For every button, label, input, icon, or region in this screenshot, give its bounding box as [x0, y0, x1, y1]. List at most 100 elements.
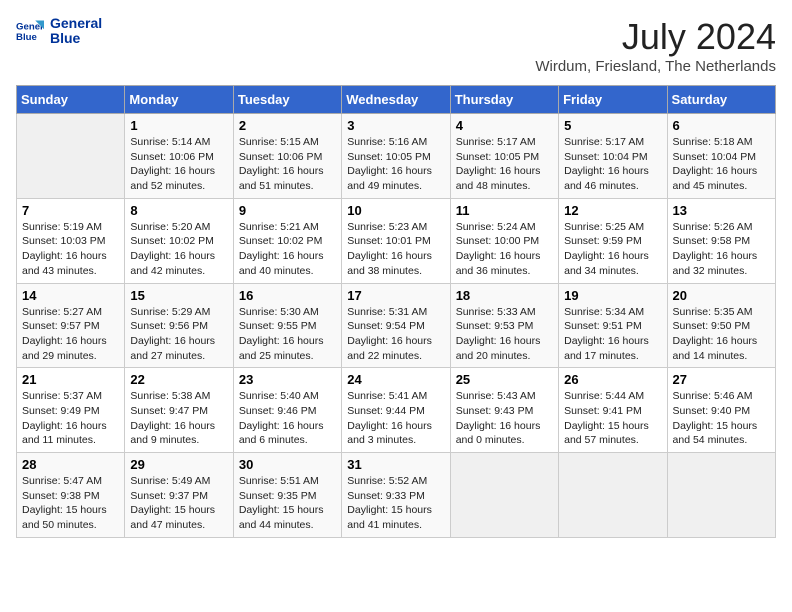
calendar-table: SundayMondayTuesdayWednesdayThursdayFrid…	[16, 85, 776, 538]
weekday-header-wednesday: Wednesday	[342, 86, 450, 114]
day-info: Sunrise: 5:33 AM Sunset: 9:53 PM Dayligh…	[456, 305, 553, 364]
day-info: Sunrise: 5:52 AM Sunset: 9:33 PM Dayligh…	[347, 474, 444, 533]
day-info: Sunrise: 5:26 AM Sunset: 9:58 PM Dayligh…	[673, 220, 770, 279]
calendar-cell: 22Sunrise: 5:38 AM Sunset: 9:47 PM Dayli…	[125, 368, 233, 453]
day-number: 12	[564, 203, 661, 218]
title-block: July 2024 Wirdum, Friesland, The Netherl…	[535, 16, 776, 75]
calendar-cell: 3 Sunrise: 5:16 AM Sunset: 10:05 PM Dayli…	[342, 114, 450, 199]
day-info: Sunrise: 5:17 AM Sunset: 10:04 PM Daylig…	[564, 135, 661, 194]
calendar-cell: 20Sunrise: 5:35 AM Sunset: 9:50 PM Dayli…	[667, 283, 775, 368]
calendar-cell	[450, 453, 558, 538]
day-number: 18	[456, 288, 553, 303]
day-number: 6	[673, 118, 770, 133]
day-info: Sunrise: 5:23 AM Sunset: 10:01 PM Daylig…	[347, 220, 444, 279]
day-info: Sunrise: 5:47 AM Sunset: 9:38 PM Dayligh…	[22, 474, 119, 533]
calendar-cell: 7 Sunrise: 5:19 AM Sunset: 10:03 PM Dayli…	[17, 198, 125, 283]
calendar-cell: 8 Sunrise: 5:20 AM Sunset: 10:02 PM Dayli…	[125, 198, 233, 283]
day-number: 19	[564, 288, 661, 303]
calendar-week-1: 1 Sunrise: 5:14 AM Sunset: 10:06 PM Dayli…	[17, 114, 776, 199]
calendar-week-2: 7 Sunrise: 5:19 AM Sunset: 10:03 PM Dayli…	[17, 198, 776, 283]
day-number: 15	[130, 288, 227, 303]
logo-text-blue: Blue	[50, 31, 102, 46]
day-info: Sunrise: 5:30 AM Sunset: 9:55 PM Dayligh…	[239, 305, 336, 364]
day-number: 7	[22, 203, 119, 218]
day-info: Sunrise: 5:19 AM Sunset: 10:03 PM Daylig…	[22, 220, 119, 279]
day-info: Sunrise: 5:40 AM Sunset: 9:46 PM Dayligh…	[239, 389, 336, 448]
day-number: 27	[673, 372, 770, 387]
day-number: 26	[564, 372, 661, 387]
day-number: 14	[22, 288, 119, 303]
day-number: 28	[22, 457, 119, 472]
day-number: 31	[347, 457, 444, 472]
calendar-cell: 29Sunrise: 5:49 AM Sunset: 9:37 PM Dayli…	[125, 453, 233, 538]
calendar-cell: 31 Sunrise: 5:52 AM Sunset: 9:33 PM Dayli…	[342, 453, 450, 538]
day-number: 29	[130, 457, 227, 472]
logo-text-general: General	[50, 16, 102, 31]
day-number: 24	[347, 372, 444, 387]
calendar-cell: 30 Sunrise: 5:51 AM Sunset: 9:35 PM Dayli…	[233, 453, 341, 538]
day-info: Sunrise: 5:21 AM Sunset: 10:02 PM Daylig…	[239, 220, 336, 279]
day-info: Sunrise: 5:34 AM Sunset: 9:51 PM Dayligh…	[564, 305, 661, 364]
day-info: Sunrise: 5:15 AM Sunset: 10:06 PM Daylig…	[239, 135, 336, 194]
calendar-cell: 16 Sunrise: 5:30 AM Sunset: 9:55 PM Dayli…	[233, 283, 341, 368]
day-number: 3	[347, 118, 444, 133]
day-number: 1	[130, 118, 227, 133]
day-number: 25	[456, 372, 553, 387]
day-info: Sunrise: 5:37 AM Sunset: 9:49 PM Dayligh…	[22, 389, 119, 448]
weekday-header-friday: Friday	[559, 86, 667, 114]
day-info: Sunrise: 5:14 AM Sunset: 10:06 PM Daylig…	[130, 135, 227, 194]
calendar-cell: 11Sunrise: 5:24 AM Sunset: 10:00 PM Dayl…	[450, 198, 558, 283]
day-number: 30	[239, 457, 336, 472]
calendar-cell: 13 Sunrise: 5:26 AM Sunset: 9:58 PM Dayli…	[667, 198, 775, 283]
day-info: Sunrise: 5:29 AM Sunset: 9:56 PM Dayligh…	[130, 305, 227, 364]
calendar-cell	[667, 453, 775, 538]
weekday-header-tuesday: Tuesday	[233, 86, 341, 114]
calendar-cell: 21 Sunrise: 5:37 AM Sunset: 9:49 PM Dayli…	[17, 368, 125, 453]
calendar-cell: 28 Sunrise: 5:47 AM Sunset: 9:38 PM Dayli…	[17, 453, 125, 538]
day-info: Sunrise: 5:20 AM Sunset: 10:02 PM Daylig…	[130, 220, 227, 279]
month-year-title: July 2024	[535, 16, 776, 58]
day-number: 16	[239, 288, 336, 303]
calendar-cell	[17, 114, 125, 199]
day-info: Sunrise: 5:51 AM Sunset: 9:35 PM Dayligh…	[239, 474, 336, 533]
day-info: Sunrise: 5:46 AM Sunset: 9:40 PM Dayligh…	[673, 389, 770, 448]
day-info: Sunrise: 5:27 AM Sunset: 9:57 PM Dayligh…	[22, 305, 119, 364]
calendar-cell: 25 Sunrise: 5:43 AM Sunset: 9:43 PM Dayli…	[450, 368, 558, 453]
calendar-cell: 18 Sunrise: 5:33 AM Sunset: 9:53 PM Dayli…	[450, 283, 558, 368]
calendar-week-4: 21 Sunrise: 5:37 AM Sunset: 9:49 PM Dayli…	[17, 368, 776, 453]
day-number: 13	[673, 203, 770, 218]
day-info: Sunrise: 5:25 AM Sunset: 9:59 PM Dayligh…	[564, 220, 661, 279]
day-number: 9	[239, 203, 336, 218]
calendar-cell: 17Sunrise: 5:31 AM Sunset: 9:54 PM Dayli…	[342, 283, 450, 368]
calendar-cell: 19 Sunrise: 5:34 AM Sunset: 9:51 PM Dayli…	[559, 283, 667, 368]
calendar-cell: 26 Sunrise: 5:44 AM Sunset: 9:41 PM Dayli…	[559, 368, 667, 453]
day-number: 22	[130, 372, 227, 387]
day-number: 2	[239, 118, 336, 133]
calendar-cell: 9 Sunrise: 5:21 AM Sunset: 10:02 PM Dayli…	[233, 198, 341, 283]
calendar-cell	[559, 453, 667, 538]
day-info: Sunrise: 5:16 AM Sunset: 10:05 PM Daylig…	[347, 135, 444, 194]
calendar-cell: 4Sunrise: 5:17 AM Sunset: 10:05 PM Dayli…	[450, 114, 558, 199]
day-number: 4	[456, 118, 553, 133]
calendar-cell: 24Sunrise: 5:41 AM Sunset: 9:44 PM Dayli…	[342, 368, 450, 453]
calendar-cell: 27 Sunrise: 5:46 AM Sunset: 9:40 PM Dayli…	[667, 368, 775, 453]
calendar-cell: 12 Sunrise: 5:25 AM Sunset: 9:59 PM Dayli…	[559, 198, 667, 283]
calendar-cell: 14 Sunrise: 5:27 AM Sunset: 9:57 PM Dayli…	[17, 283, 125, 368]
day-number: 10	[347, 203, 444, 218]
day-number: 17	[347, 288, 444, 303]
calendar-week-5: 28 Sunrise: 5:47 AM Sunset: 9:38 PM Dayli…	[17, 453, 776, 538]
day-info: Sunrise: 5:35 AM Sunset: 9:50 PM Dayligh…	[673, 305, 770, 364]
day-number: 21	[22, 372, 119, 387]
calendar-cell: 1 Sunrise: 5:14 AM Sunset: 10:06 PM Dayli…	[125, 114, 233, 199]
logo-icon: General Blue	[16, 17, 44, 45]
day-number: 8	[130, 203, 227, 218]
day-info: Sunrise: 5:43 AM Sunset: 9:43 PM Dayligh…	[456, 389, 553, 448]
calendar-cell: 23Sunrise: 5:40 AM Sunset: 9:46 PM Dayli…	[233, 368, 341, 453]
day-info: Sunrise: 5:44 AM Sunset: 9:41 PM Dayligh…	[564, 389, 661, 448]
logo: General Blue General Blue	[16, 16, 102, 47]
day-info: Sunrise: 5:18 AM Sunset: 10:04 PM Daylig…	[673, 135, 770, 194]
calendar-cell: 10 Sunrise: 5:23 AM Sunset: 10:01 PM Dayl…	[342, 198, 450, 283]
calendar-cell: 6 Sunrise: 5:18 AM Sunset: 10:04 PM Dayli…	[667, 114, 775, 199]
calendar-cell: 2 Sunrise: 5:15 AM Sunset: 10:06 PM Dayli…	[233, 114, 341, 199]
weekday-header-thursday: Thursday	[450, 86, 558, 114]
